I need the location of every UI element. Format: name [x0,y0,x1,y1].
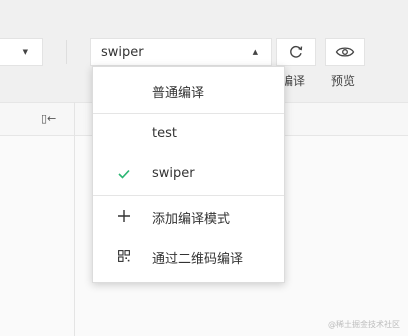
compile-mode-select[interactable]: swiper ▲ [90,38,272,66]
dropdown-separator [93,195,284,196]
eye-icon [335,47,355,57]
dropdown-item-qr-compile[interactable]: 通过二维码编译 [93,237,284,277]
preview-button[interactable] [325,38,365,66]
caret-down-icon: ▼ [22,48,28,56]
ide-window: ▼ swiper ▲ 编译 预览 ▯← @稀土掘金技术社区 普通编译 test … [0,0,408,336]
dropdown-item-swiper[interactable]: swiper [93,155,284,195]
check-icon [117,166,131,182]
collapse-panel-icon[interactable]: ▯← [41,112,56,125]
panel-divider[interactable] [74,102,75,336]
dropdown-item-label: 通过二维码编译 [152,252,244,267]
qr-code-icon [117,248,131,264]
left-dropdown[interactable]: ▼ [0,38,43,66]
dropdown-separator [93,113,284,114]
dropdown-item-add-mode[interactable]: 添加编译模式 [93,197,284,237]
toolbar-divider [66,40,67,64]
compile-mode-value: swiper [101,45,144,60]
preview-label: 预览 [331,74,356,88]
refresh-icon [290,45,303,58]
dropdown-item-normal-compile[interactable]: 普通编译 [93,71,284,111]
dropdown-item-test[interactable]: test [93,115,284,155]
dropdown-item-label: 添加编译模式 [152,212,231,227]
watermark: @稀土掘金技术社区 [328,320,400,329]
dropdown-item-label: 普通编译 [152,86,205,101]
dropdown-item-label: swiper [152,166,195,181]
compile-button[interactable] [276,38,316,66]
plus-icon [117,208,131,224]
caret-up-icon: ▲ [252,48,258,56]
compile-mode-dropdown: 普通编译 test swiper 添加编译模式 通过二维码编译 [92,66,285,283]
dropdown-item-label: test [152,126,177,141]
